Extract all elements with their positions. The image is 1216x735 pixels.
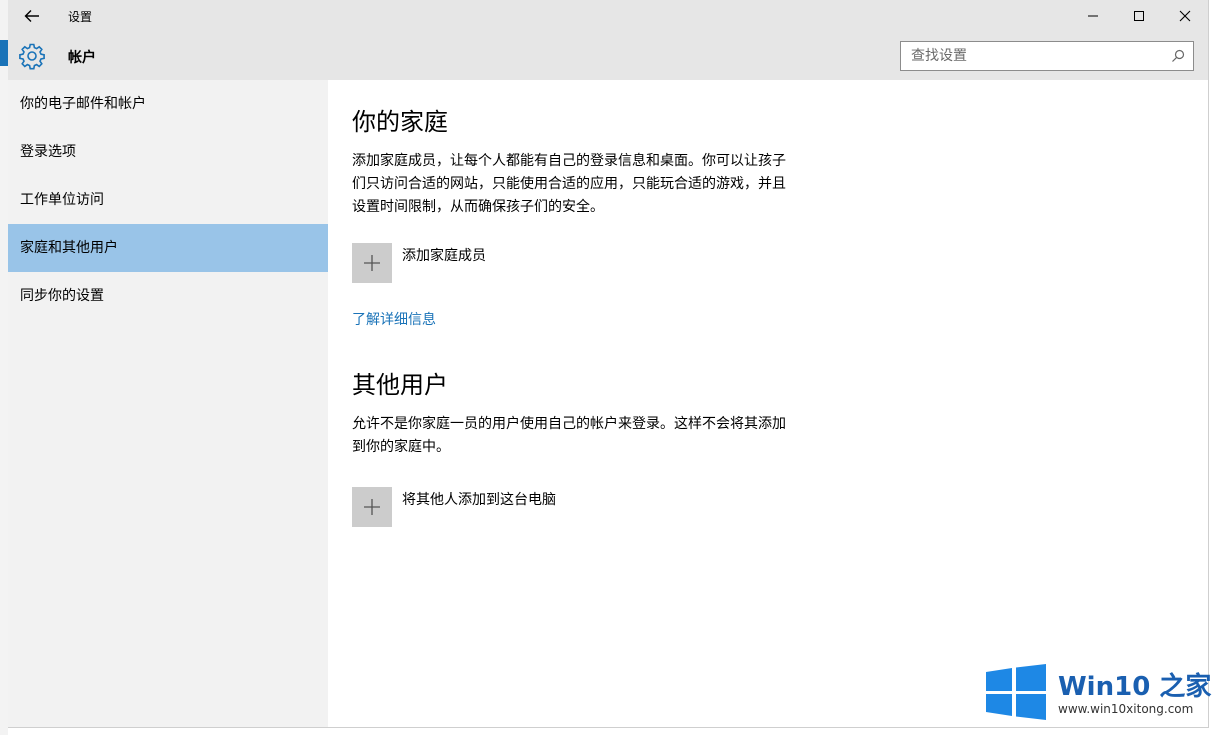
sidebar-item-sync-settings[interactable]: 同步你的设置: [8, 272, 328, 320]
sidebar-item-work-access[interactable]: 工作单位访问: [8, 176, 328, 224]
sidebar: 你的电子邮件和帐户 登录选项 工作单位访问 家庭和其他用户 同步你的设置: [8, 80, 328, 727]
other-users-heading: 其他用户: [352, 371, 448, 399]
settings-window: 设置 帐户 你的电子邮件和帐户: [8, 0, 1209, 728]
gear-icon: [19, 43, 45, 70]
add-family-member-button[interactable]: 添加家庭成员: [352, 243, 486, 283]
add-tile: [352, 487, 392, 527]
minimize-icon: [1088, 15, 1098, 17]
watermark: Win10 之家 www.win10xitong.com: [986, 662, 1212, 724]
add-tile: [352, 243, 392, 283]
watermark-url: www.win10xitong.com: [1058, 702, 1194, 716]
back-button[interactable]: [18, 4, 46, 28]
family-heading: 你的家庭: [352, 108, 448, 136]
add-family-member-label: 添加家庭成员: [402, 248, 486, 264]
sidebar-item-label: 工作单位访问: [20, 192, 104, 208]
add-other-user-label: 将其他人添加到这台电脑: [402, 492, 556, 508]
sidebar-item-label: 登录选项: [20, 144, 76, 160]
sidebar-item-label: 家庭和其他用户: [20, 240, 118, 256]
window-title: 设置: [68, 10, 93, 24]
search-input[interactable]: [901, 43, 1169, 69]
sidebar-item-family-other-users[interactable]: 家庭和其他用户: [8, 224, 328, 272]
desktop-background: [0, 0, 8, 735]
plus-icon: [364, 499, 380, 515]
maximize-icon: [1134, 11, 1144, 21]
other-users-description: 允许不是你家庭一员的用户使用自己的帐户来登录。这样不会将其添加到你的家庭中。: [352, 416, 786, 455]
sidebar-item-label: 同步你的设置: [20, 288, 104, 304]
add-other-user-button[interactable]: 将其他人添加到这台电脑: [352, 487, 556, 527]
sidebar-item-email-accounts[interactable]: 你的电子邮件和帐户: [8, 80, 328, 128]
page-header: 帐户: [8, 32, 1208, 80]
close-button[interactable]: [1162, 0, 1208, 32]
learn-more-link[interactable]: 了解详细信息: [352, 309, 436, 329]
sidebar-item-label: 你的电子邮件和帐户: [20, 96, 146, 112]
sidebar-item-sign-in-options[interactable]: 登录选项: [8, 128, 328, 176]
windows-logo-icon: [986, 664, 1046, 720]
minimize-button[interactable]: [1070, 0, 1116, 32]
search-icon[interactable]: [1171, 49, 1185, 63]
search-box: [900, 41, 1194, 71]
watermark-title: Win10 之家: [1058, 672, 1212, 702]
maximize-button[interactable]: [1116, 0, 1162, 32]
close-icon: [1179, 10, 1191, 22]
back-arrow-icon: [24, 10, 39, 22]
page-title: 帐户: [68, 50, 96, 66]
title-bar: 设置: [8, 0, 1208, 32]
family-description: 添加家庭成员，让每个人都能有自己的登录信息和桌面。你可以让孩子们只访问合适的网站…: [352, 153, 786, 215]
plus-icon: [364, 255, 380, 271]
